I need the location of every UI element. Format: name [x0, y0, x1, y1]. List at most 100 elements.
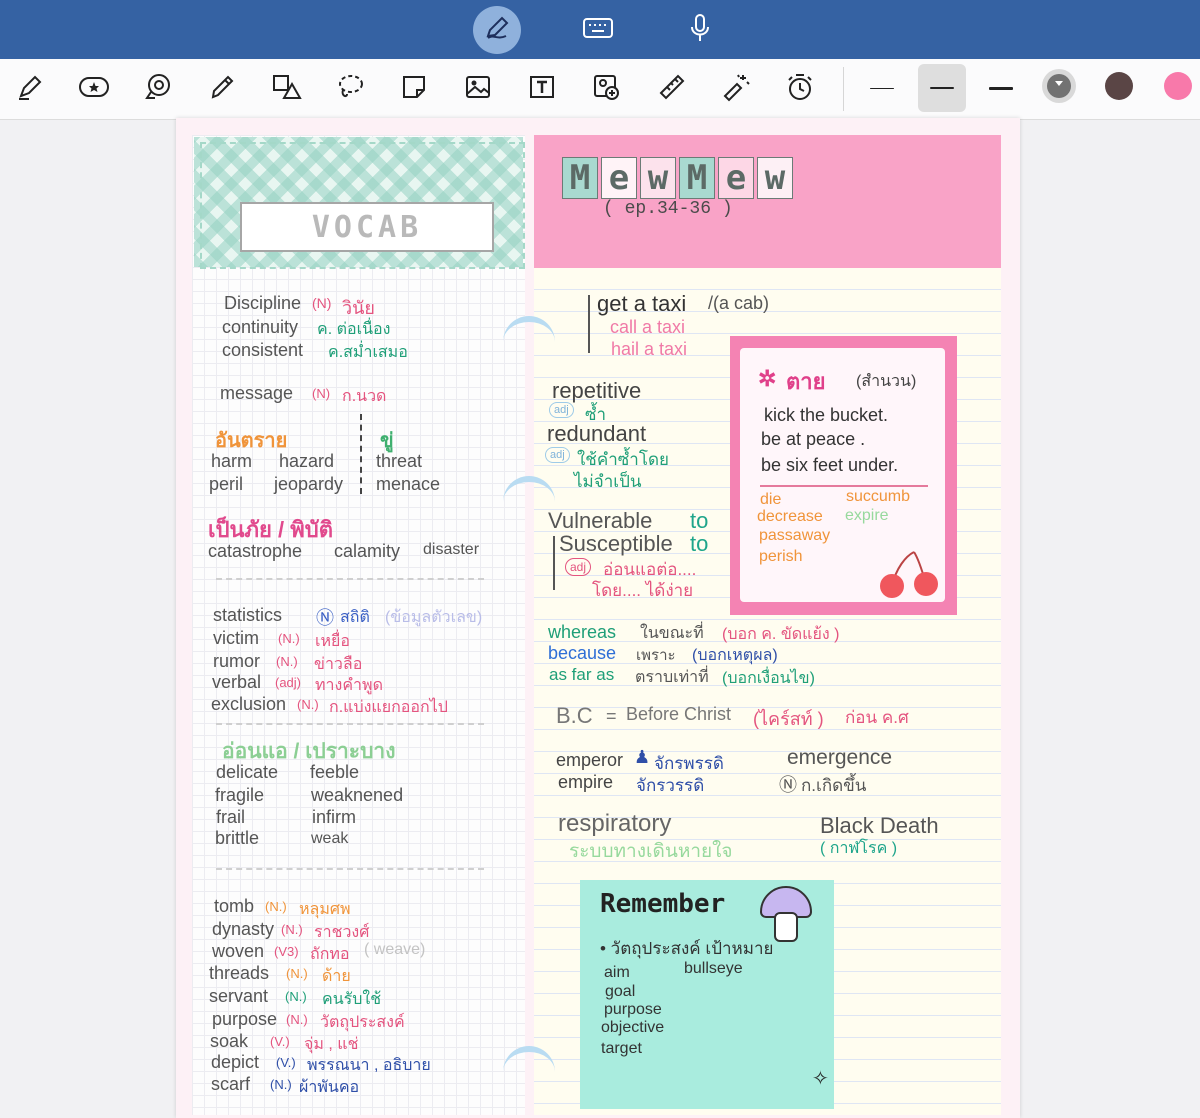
note: (บอกเงื่อนไข) — [722, 670, 815, 687]
tool-bar — [0, 59, 1200, 120]
thai: คนรับใช้ — [322, 991, 382, 1008]
page-title: M e w M e w — [562, 157, 793, 203]
thai: ค.สม่ำเสมอ — [328, 344, 408, 361]
lasso-tool[interactable] — [330, 69, 370, 109]
thai: เพราะ — [636, 647, 676, 664]
text-box-icon — [526, 72, 558, 106]
timer-tool[interactable] — [780, 69, 820, 109]
word: servant — [209, 986, 269, 1006]
idiom: kick the bucket. — [764, 405, 889, 425]
bracket-line — [553, 536, 555, 590]
word: because — [548, 643, 617, 663]
pos: (V3) — [274, 944, 299, 959]
scan-tool[interactable] — [586, 69, 626, 109]
thai: จักรวรรดิ — [636, 776, 705, 795]
lasso-comment-tool[interactable] — [138, 69, 178, 109]
word: tomb — [214, 896, 255, 916]
sticky-note-tool[interactable] — [394, 69, 434, 109]
word: Discipline — [224, 293, 302, 313]
pencil-tool[interactable] — [202, 69, 242, 109]
pos: (N) — [312, 386, 331, 401]
page-subtitle: ( ep.34-36 ) — [603, 199, 733, 219]
word: get a taxi — [597, 291, 687, 316]
word: emergence — [787, 746, 893, 769]
sticker-tool[interactable] — [74, 69, 114, 109]
word: scarf — [211, 1074, 251, 1094]
pos: (adj) — [275, 675, 302, 690]
word: harm — [211, 451, 253, 471]
shapes-tool[interactable] — [266, 69, 306, 109]
keyboard-mode-button[interactable] — [574, 6, 622, 54]
pos-badge: adj — [545, 447, 570, 463]
word: target — [601, 1040, 642, 1057]
chevron-down-icon — [1055, 81, 1063, 86]
highlighter-icon — [15, 72, 45, 106]
word: continuity — [222, 317, 299, 337]
word: statistics — [213, 605, 283, 625]
thai: โดย.... ได้ง่าย — [592, 581, 694, 600]
voice-mode-button[interactable] — [676, 6, 724, 54]
thai: ก.นวด — [342, 388, 387, 405]
color-swatch-pink[interactable] — [1164, 72, 1192, 100]
note: ( weave) — [364, 941, 426, 958]
color-swatch-brown[interactable] — [1105, 72, 1133, 100]
pos: (N.) — [270, 1077, 292, 1092]
word: verbal — [212, 672, 262, 692]
pos: (N.) — [278, 631, 300, 646]
word: infirm — [312, 807, 356, 827]
thai: ( กาฬโรค ) — [820, 840, 898, 857]
toolbar-divider — [843, 67, 844, 111]
ruler-tool[interactable] — [652, 69, 692, 109]
word: goal — [605, 983, 636, 1000]
pos: (N.) — [297, 697, 319, 712]
card-heading-note: (สำนวน) — [856, 373, 917, 390]
laser-pointer-tool[interactable] — [716, 69, 756, 109]
stroke-thin-button[interactable] — [858, 64, 906, 112]
word: brittle — [215, 828, 260, 848]
card-heading: ตาย — [786, 369, 826, 394]
image-tool[interactable] — [458, 69, 498, 109]
sticky-note-icon — [399, 72, 429, 106]
timer-icon — [785, 72, 815, 106]
word: peril — [209, 474, 244, 494]
word: purpose — [604, 1001, 662, 1018]
shapes-icon — [270, 72, 302, 106]
note: /(a cab) — [708, 293, 770, 313]
thai: ผ้าพันคอ — [299, 1079, 360, 1096]
word: feeble — [310, 762, 360, 782]
color-swatch-selected-ring[interactable] — [1042, 69, 1076, 103]
text-box-tool[interactable] — [522, 69, 562, 109]
pos: (N) — [312, 295, 332, 311]
idiom: be at peace . — [761, 429, 866, 449]
word: woven — [212, 941, 265, 961]
word: rumor — [213, 651, 261, 671]
word: Before Christ — [626, 704, 732, 724]
pos: (N.) — [281, 922, 303, 937]
section-divider — [216, 723, 484, 725]
pos: (V.) — [276, 1055, 296, 1070]
pencil-icon — [207, 72, 237, 106]
section-divider — [216, 578, 484, 580]
word: victim — [213, 628, 259, 648]
word: fragile — [215, 785, 265, 805]
word: message — [220, 383, 294, 403]
word: disaster — [423, 541, 480, 558]
flower-icon: ✲ — [758, 366, 777, 391]
word: threads — [209, 963, 270, 983]
pos-badge: adj — [549, 402, 574, 418]
word: jeopardy — [274, 474, 344, 494]
word: whereas — [548, 622, 617, 642]
stroke-thick-button[interactable] — [977, 64, 1025, 112]
thai: • วัตถุประสงค์ เป้าหมาย — [600, 939, 774, 958]
title-letter: e — [718, 157, 754, 199]
top-bar — [0, 0, 1200, 59]
thai: ก.เกิดขึ้น — [801, 776, 867, 795]
color-swatch-gray[interactable] — [1047, 74, 1071, 98]
pen-mode-button[interactable] — [473, 6, 521, 54]
pos: (N.) — [286, 966, 308, 981]
equals: = — [606, 706, 617, 726]
word: expire — [845, 507, 889, 524]
stroke-medium-button[interactable] — [918, 64, 966, 112]
stroke-thin-icon — [870, 87, 894, 89]
highlighter-tool[interactable] — [10, 69, 50, 109]
